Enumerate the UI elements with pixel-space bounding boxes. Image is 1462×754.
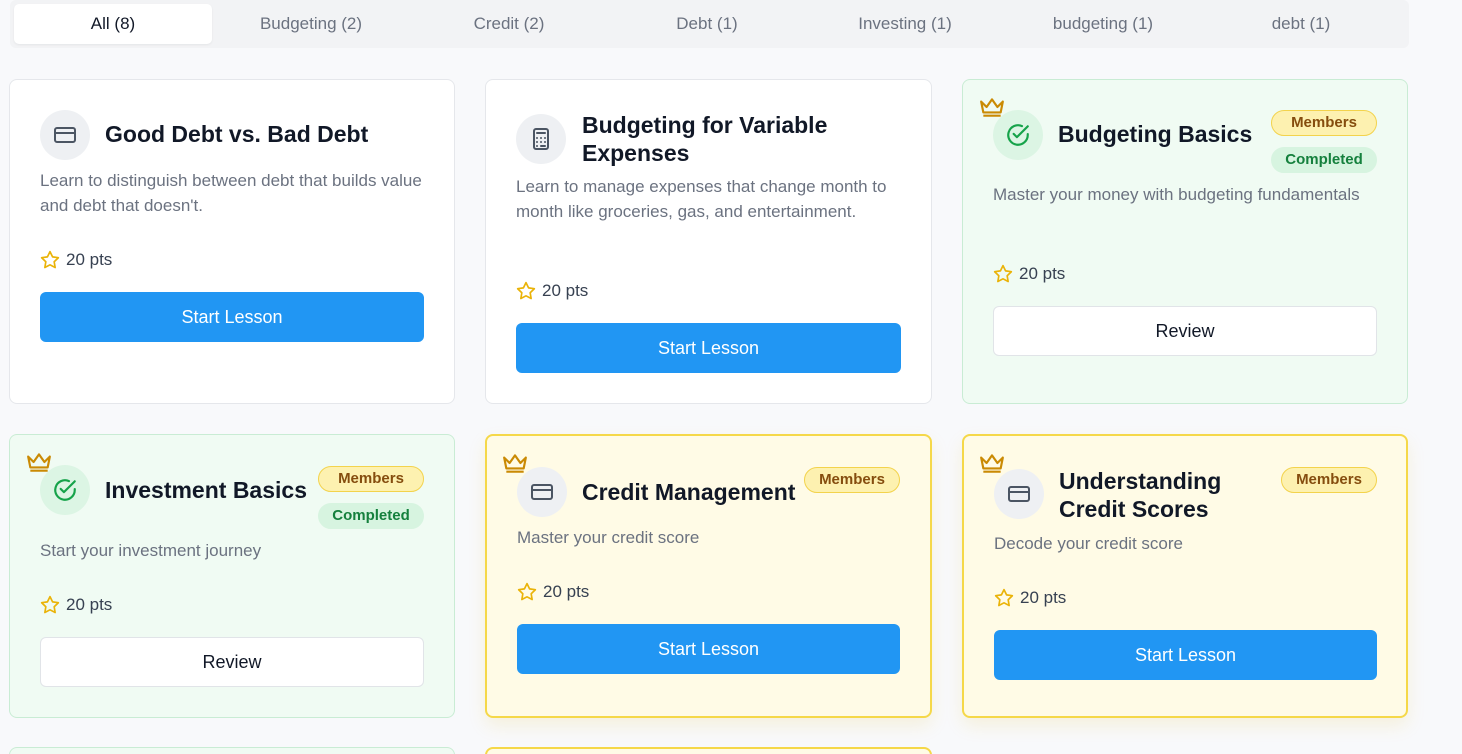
calculator-icon [516,114,566,164]
lesson-description: Learn to distinguish between debt that b… [40,171,422,215]
members-badge: Members [318,466,424,492]
lesson-card-partial [9,747,455,754]
lesson-card-partial [485,747,932,754]
review-button[interactable]: Review [993,306,1377,356]
lesson-card: Budgeting for Variable Expenses Learn to… [485,79,932,404]
members-badge: Members [1271,110,1377,136]
tab-debt-lowercase[interactable]: debt (1) [1202,4,1400,44]
start-lesson-button[interactable]: Start Lesson [40,292,424,342]
lesson-card: Credit Management Members Master your cr… [485,434,932,718]
tab-debt[interactable]: Debt (1) [608,4,806,44]
tab-budgeting[interactable]: Budgeting (2) [212,4,410,44]
lesson-title: Credit Management [582,479,796,505]
review-button[interactable]: Review [40,637,424,687]
points-label: 20 pts [543,582,590,601]
crown-icon [980,454,1004,473]
lesson-description: Master your credit score [517,528,700,547]
completed-badge: Completed [318,503,424,529]
lesson-title: Investment Basics [105,477,307,503]
category-tab-bar: All (8) Budgeting (2) Credit (2) Debt (1… [10,0,1409,48]
lesson-points: 20 pts [993,262,1065,286]
lesson-points: 20 pts [40,593,112,617]
lesson-description: Decode your credit score [994,534,1183,553]
start-lesson-button[interactable]: Start Lesson [516,323,901,373]
crown-icon [503,454,527,473]
points-label: 20 pts [66,595,113,614]
crown-icon [980,98,1004,117]
lesson-points: 20 pts [994,586,1066,610]
star-icon [516,281,536,300]
members-badge: Members [1281,467,1377,493]
start-lesson-button[interactable]: Start Lesson [517,624,900,674]
lesson-card: Good Debt vs. Bad Debt Learn to distingu… [9,79,455,404]
lesson-card: Investment Basics Members Completed Star… [9,434,455,718]
lesson-title: Budgeting for Variable Expenses [582,112,828,166]
lesson-title: Understanding Credit Scores [1059,468,1222,522]
points-label: 20 pts [1020,588,1067,607]
lesson-points: 20 pts [517,580,589,604]
start-lesson-button[interactable]: Start Lesson [994,630,1377,680]
check-circle-icon [40,465,90,515]
lesson-card: Budgeting Basics Members Completed Maste… [962,79,1408,404]
lesson-card: Understanding Credit Scores Members Deco… [962,434,1408,718]
crown-icon [27,453,51,472]
credit-card-icon [994,469,1044,519]
lesson-points: 20 pts [516,279,588,303]
points-label: 20 pts [542,281,589,300]
lesson-title: Good Debt vs. Bad Debt [105,121,369,147]
lesson-points: 20 pts [40,248,112,272]
completed-badge: Completed [1271,147,1377,173]
credit-card-icon [40,110,90,160]
points-label: 20 pts [66,250,113,269]
tab-investing[interactable]: Investing (1) [806,4,1004,44]
star-icon [993,264,1013,283]
credit-card-icon [517,467,567,517]
lesson-description: Learn to manage expenses that change mon… [516,177,887,221]
lesson-description: Start your investment journey [40,541,262,560]
star-icon [40,250,60,269]
points-label: 20 pts [1019,264,1066,283]
tab-budgeting-lowercase[interactable]: budgeting (1) [1004,4,1202,44]
star-icon [40,595,60,614]
star-icon [994,588,1014,607]
star-icon [517,582,537,601]
lesson-description: Master your money with budgeting fundame… [993,185,1360,204]
check-circle-icon [993,110,1043,160]
lesson-title: Budgeting Basics [1058,121,1253,147]
tab-credit[interactable]: Credit (2) [410,4,608,44]
members-badge: Members [804,467,900,493]
tab-all[interactable]: All (8) [14,4,212,44]
